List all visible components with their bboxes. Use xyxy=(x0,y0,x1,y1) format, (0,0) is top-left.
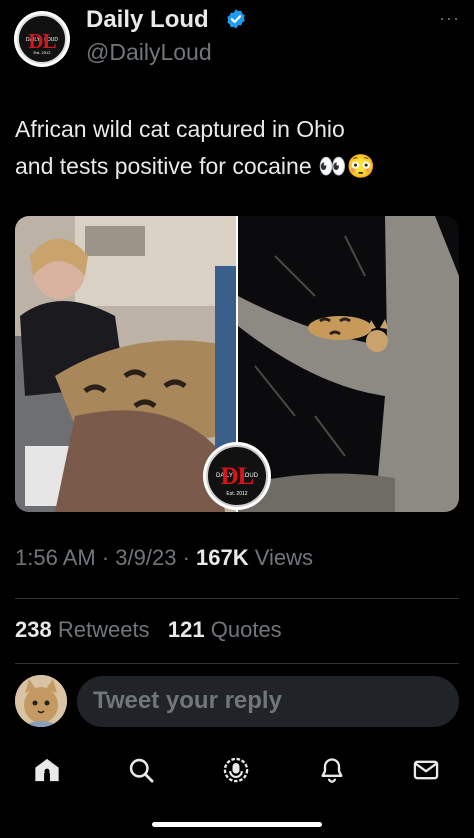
reply-placeholder: Tweet your reply xyxy=(93,687,282,714)
verified-badge-icon xyxy=(227,9,245,29)
vet-second-person xyxy=(215,266,236,466)
home-indicator[interactable] xyxy=(152,822,322,827)
divider xyxy=(15,663,459,664)
home-icon[interactable] xyxy=(27,750,67,790)
divider xyxy=(15,598,459,599)
media-watermark-logo: DAILY LOUD DL Est. 2012 xyxy=(203,442,271,510)
quotes-label: Quotes xyxy=(210,617,282,642)
media-logo-main-text: DL xyxy=(220,463,255,490)
more-options-icon[interactable]: ··· xyxy=(439,8,460,29)
user-handle[interactable]: @DailyLoud xyxy=(86,39,212,66)
bottom-nav xyxy=(0,750,474,790)
tweet-stats: 238 Retweets 121 Quotes xyxy=(15,617,282,643)
quotes-count: 121 xyxy=(167,617,205,642)
retweets-stat[interactable]: 238 Retweets xyxy=(15,617,150,642)
serval-head xyxy=(366,330,388,352)
spaces-icon[interactable] xyxy=(216,750,256,790)
reply-input[interactable]: Tweet your reply xyxy=(77,676,459,727)
retweets-label: Retweets xyxy=(57,617,150,642)
notifications-icon[interactable] xyxy=(312,750,352,790)
tweet-meta: 1:56 AM · 3/9/23 · 167K Views xyxy=(15,545,313,571)
cat-avatar-image xyxy=(15,675,67,727)
display-name[interactable]: Daily Loud xyxy=(86,6,209,34)
meta-separator: · xyxy=(101,545,110,570)
media-logo-est-text: Est. 2012 xyxy=(226,491,248,497)
tweet-text: African wild cat captured in Ohio and te… xyxy=(15,111,455,185)
tweet-date: 3/9/23 xyxy=(115,545,177,570)
profile-avatar[interactable]: DAILY LOUD DL Est. 2012 xyxy=(14,11,70,67)
tweet-media[interactable]: DAILY LOUD DL Est. 2012 xyxy=(15,216,459,512)
vet-shelf xyxy=(85,226,145,256)
logo-est-text: Est. 2012 xyxy=(33,50,51,55)
quotes-stat[interactable]: 121 Quotes xyxy=(168,617,282,642)
retweets-count: 238 xyxy=(15,617,52,642)
views-label: Views xyxy=(254,545,314,570)
tweet-time: 1:56 AM xyxy=(15,545,96,570)
tweet-text-line2: and tests positive for cocaine 👀😳 xyxy=(15,153,376,179)
daily-loud-logo: DAILY LOUD DL Est. 2012 xyxy=(17,14,67,64)
meta-separator: · xyxy=(182,545,190,570)
views-count: 167K xyxy=(196,545,249,570)
tweet-text-line1: African wild cat captured in Ohio xyxy=(15,116,345,142)
search-icon[interactable] xyxy=(121,750,161,790)
messages-icon[interactable] xyxy=(406,750,446,790)
reply-user-avatar[interactable] xyxy=(15,675,67,727)
